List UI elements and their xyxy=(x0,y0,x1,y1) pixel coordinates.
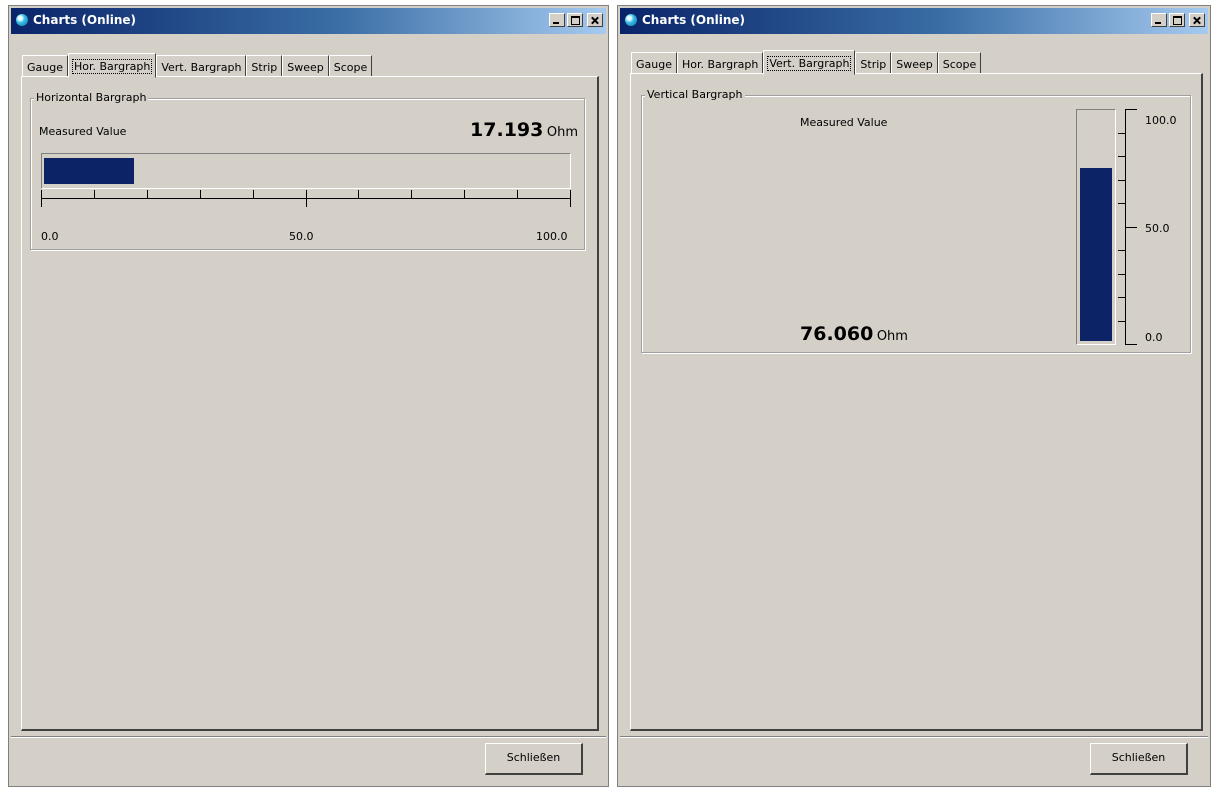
scale-tick xyxy=(1118,133,1126,134)
minimize-icon[interactable] xyxy=(1151,13,1167,27)
tab-panel: Horizontal Bargraph Measured Value 17.19… xyxy=(21,76,599,731)
scale-tick xyxy=(147,190,148,198)
scale-tick xyxy=(200,190,201,198)
bargraph-track xyxy=(41,153,571,189)
bargraph-scale xyxy=(1118,109,1138,345)
tick-label-min: 0.0 xyxy=(41,230,59,243)
tick-label-mid: 50.0 xyxy=(1145,222,1170,235)
minimize-icon[interactable] xyxy=(549,13,565,27)
bargraph-track xyxy=(1076,109,1116,345)
measured-value-label: Measured Value xyxy=(39,125,127,138)
unit-text: Ohm xyxy=(876,329,908,344)
value-text: 76.060 xyxy=(800,323,874,345)
close-icon[interactable] xyxy=(1189,13,1205,27)
tick-label-mid: 50.0 xyxy=(289,230,314,243)
charts-window-right: Charts (Online) Gauge Hor. Bargraph Vert… xyxy=(617,5,1211,787)
tick-label-max: 100.0 xyxy=(1145,114,1177,127)
scale-tick xyxy=(1125,109,1137,110)
scale-tick xyxy=(464,190,465,198)
vertical-bargraph-group: Vertical Bargraph Measured Value 76.060 … xyxy=(641,88,1191,353)
tab-strip[interactable]: Strip xyxy=(246,55,283,77)
scale-tick xyxy=(1125,344,1137,345)
separator xyxy=(620,736,1208,738)
group-title: Vertical Bargraph xyxy=(645,88,745,101)
tab-bar: Gauge Hor. Bargraph Vert. Bargraph Strip… xyxy=(22,53,373,78)
tick-label-max: 100.0 xyxy=(536,230,568,243)
scale-tick xyxy=(1118,180,1126,181)
window-title: Charts (Online) xyxy=(642,13,746,27)
scale-tick xyxy=(1118,250,1126,251)
app-icon xyxy=(625,14,637,26)
scale-tick xyxy=(1118,156,1126,157)
tab-scope[interactable]: Scope xyxy=(328,55,373,77)
separator xyxy=(11,736,606,738)
scale-tick xyxy=(1118,297,1126,298)
tab-vert-bargraph[interactable]: Vert. Bargraph xyxy=(763,50,856,75)
measured-value-readout: 76.060 Ohm xyxy=(800,323,908,345)
bargraph-scale xyxy=(41,190,571,210)
scale-tick xyxy=(570,190,571,207)
close-icon[interactable] xyxy=(587,13,603,27)
group-title: Horizontal Bargraph xyxy=(34,91,149,104)
window-title: Charts (Online) xyxy=(33,13,137,27)
tab-strip[interactable]: Strip xyxy=(855,52,892,74)
scale-tick xyxy=(1118,321,1126,322)
maximize-icon[interactable] xyxy=(1169,13,1185,27)
scale-tick xyxy=(1118,274,1126,275)
maximize-icon[interactable] xyxy=(567,13,583,27)
scale-tick xyxy=(94,190,95,198)
scale-tick xyxy=(517,190,518,198)
measured-value-readout: 17.193 Ohm xyxy=(470,119,578,141)
bargraph-fill xyxy=(44,158,134,184)
tab-scope[interactable]: Scope xyxy=(937,52,982,74)
close-button[interactable]: Schließen xyxy=(485,743,583,775)
charts-window-left: Charts (Online) Gauge Hor. Bargraph Vert… xyxy=(8,5,609,787)
tab-sweep[interactable]: Sweep xyxy=(282,55,329,77)
scale-tick xyxy=(358,190,359,198)
title-bar[interactable]: Charts (Online) xyxy=(620,8,1208,34)
unit-text: Ohm xyxy=(546,125,578,140)
scale-tick xyxy=(306,190,307,207)
tab-gauge[interactable]: Gauge xyxy=(631,52,677,74)
scale-tick xyxy=(253,190,254,198)
tab-bar: Gauge Hor. Bargraph Vert. Bargraph Strip… xyxy=(631,50,982,75)
measured-value-label: Measured Value xyxy=(800,116,888,129)
horizontal-bargraph-group: Horizontal Bargraph Measured Value 17.19… xyxy=(30,91,585,250)
value-text: 17.193 xyxy=(470,119,544,141)
scale-tick xyxy=(411,190,412,198)
title-bar[interactable]: Charts (Online) xyxy=(11,8,606,34)
tab-panel: Vertical Bargraph Measured Value 76.060 … xyxy=(630,73,1203,731)
scale-tick xyxy=(1118,203,1126,204)
scale-tick xyxy=(1125,227,1137,228)
tick-label-min: 0.0 xyxy=(1145,331,1163,344)
tab-vert-bargraph[interactable]: Vert. Bargraph xyxy=(156,55,247,77)
bargraph-fill xyxy=(1080,168,1112,341)
tab-hor-bargraph[interactable]: Hor. Bargraph xyxy=(677,52,764,74)
tab-sweep[interactable]: Sweep xyxy=(891,52,938,74)
close-button[interactable]: Schließen xyxy=(1090,743,1188,775)
tab-gauge[interactable]: Gauge xyxy=(22,55,68,77)
app-icon xyxy=(16,14,28,26)
tab-hor-bargraph[interactable]: Hor. Bargraph xyxy=(68,53,157,78)
scale-tick xyxy=(41,190,42,207)
